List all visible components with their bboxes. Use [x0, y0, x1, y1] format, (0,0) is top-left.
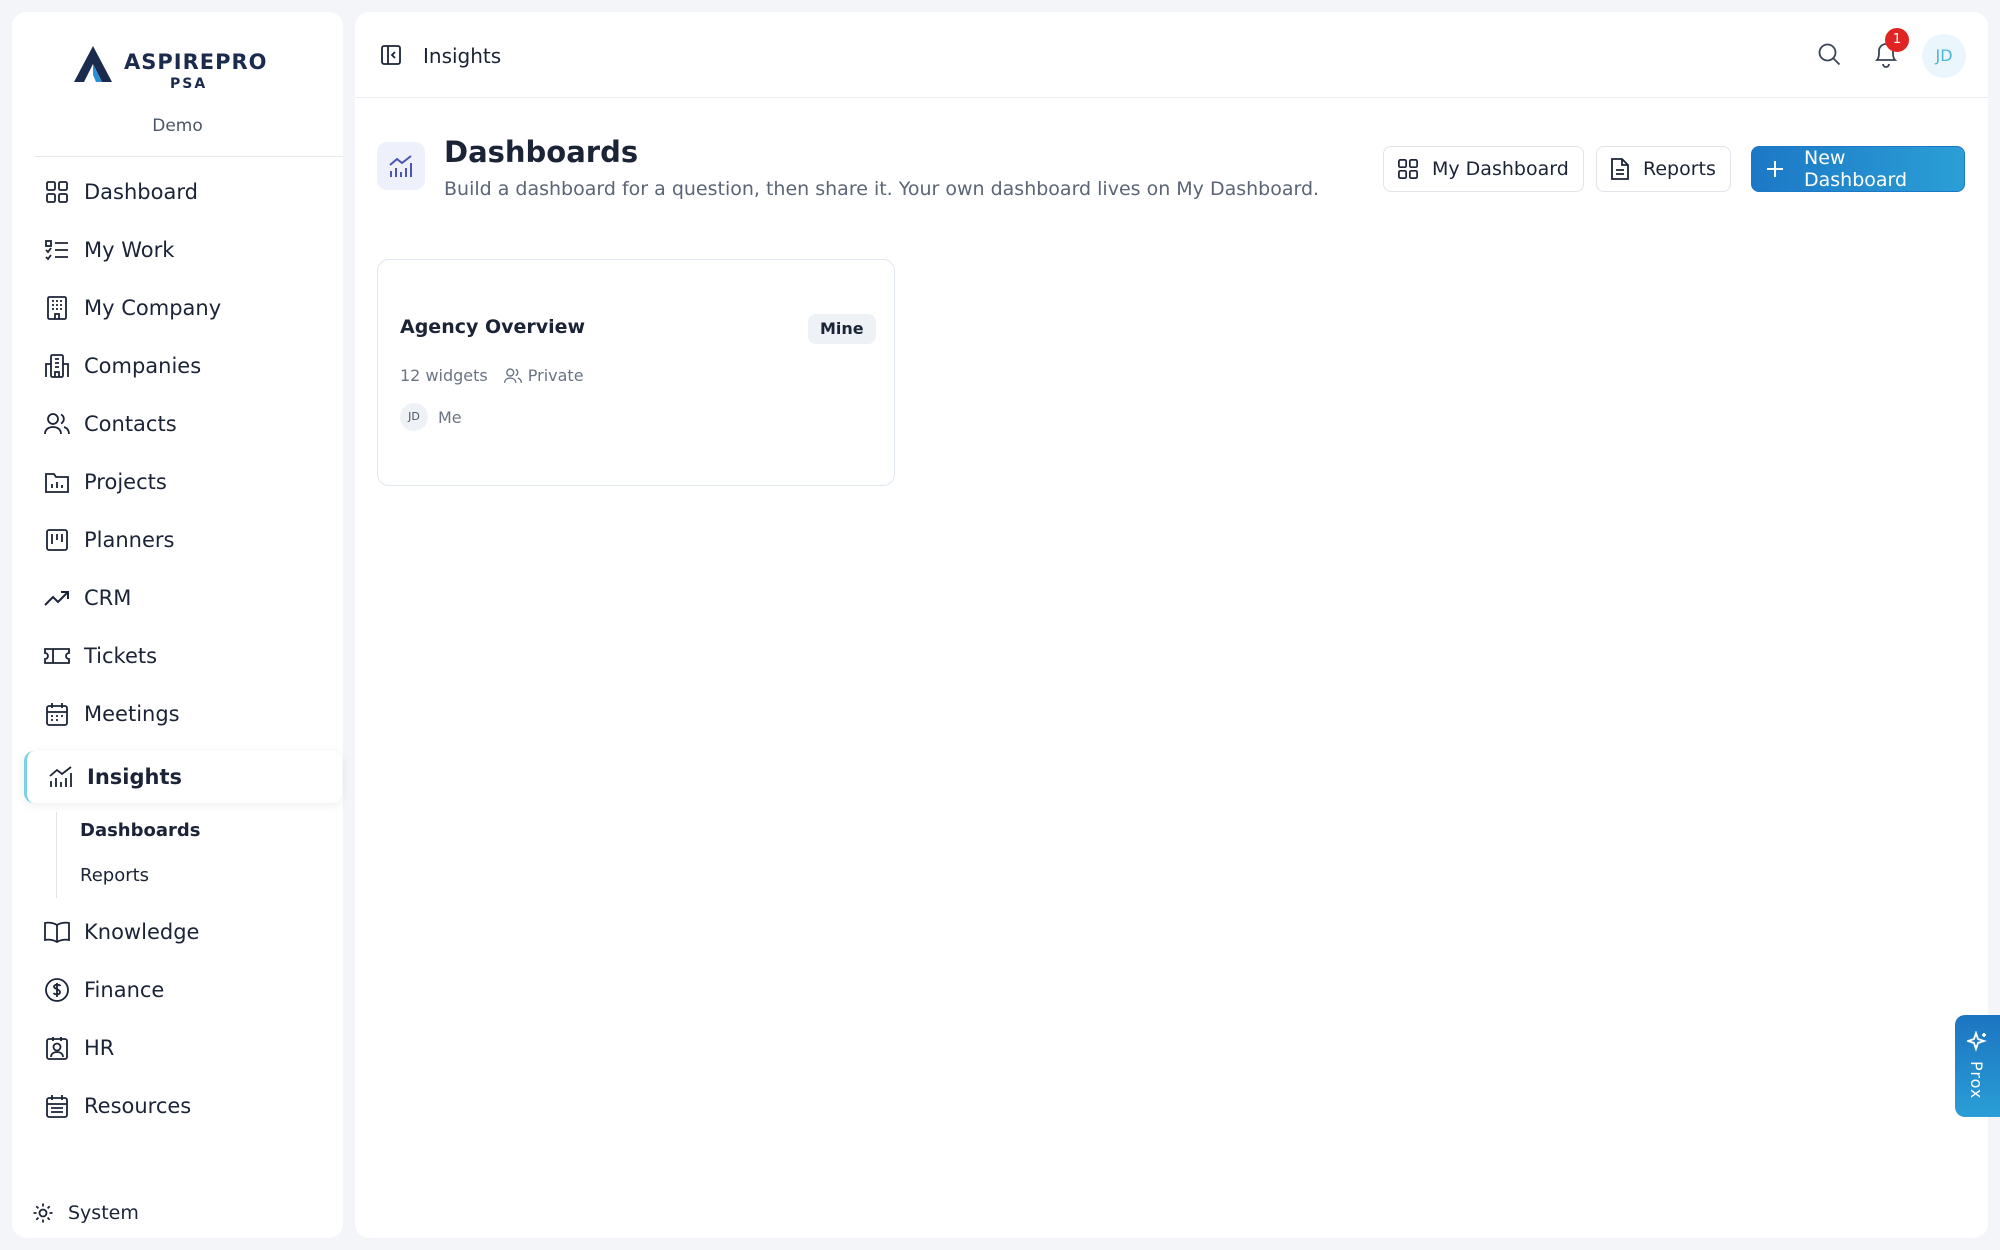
my-dashboard-label: My Dashboard [1432, 158, 1569, 180]
sidebar-item-finance[interactable]: Finance [24, 964, 342, 1016]
sidebar-divider [34, 156, 343, 157]
sidebar-item-label: Planners [84, 528, 175, 552]
sparkle-icon [1965, 1030, 1989, 1057]
notification-badge: 1 [1885, 28, 1909, 52]
sidebar-toggle-icon[interactable] [381, 45, 401, 69]
visibility-label: Private [527, 366, 584, 385]
sidebar-item-my-work[interactable]: My Work [24, 224, 342, 276]
search-icon[interactable] [1817, 42, 1841, 70]
sidebar-item-my-company[interactable]: My Company [24, 282, 342, 334]
brand-name: ASPIREPRO [124, 50, 268, 74]
workspace-name: Demo [152, 116, 203, 136]
dollar-icon [44, 977, 70, 1003]
checklist-icon [44, 237, 70, 263]
reports-label: Reports [1643, 158, 1716, 180]
kanban-icon [44, 527, 70, 553]
buildings-icon [44, 353, 70, 379]
grid-icon [44, 179, 70, 205]
plus-icon [1766, 160, 1784, 178]
my-dashboard-button[interactable]: My Dashboard [1383, 146, 1584, 192]
sidebar-item-contacts[interactable]: Contacts [24, 398, 342, 450]
breadcrumb[interactable]: Insights [423, 44, 501, 68]
sidebar: ASPIREPRO PSA Demo Dashboard My Work My … [12, 12, 343, 1238]
sidebar-subitem-dashboards[interactable]: Dashboards [80, 820, 201, 841]
dashboards-header-icon [377, 142, 425, 190]
owner-avatar: JD [400, 403, 428, 431]
sidebar-item-label: Tickets [84, 644, 158, 668]
sidebar-item-companies[interactable]: Companies [24, 340, 342, 392]
card-title: Agency Overview [400, 316, 586, 338]
ownership-tag: Mine [808, 314, 876, 344]
logo[interactable]: ASPIREPRO PSA [72, 36, 322, 96]
sidebar-item-resources[interactable]: Resources [24, 1080, 342, 1132]
folder-chart-icon [44, 469, 70, 495]
sidebar-subitem-reports[interactable]: Reports [80, 865, 149, 886]
sidebar-item-label: Projects [84, 470, 167, 494]
owner-name: Me [438, 407, 462, 427]
dashboard-card[interactable]: Agency Overview Mine 12 widgets Private … [377, 259, 895, 486]
reports-button[interactable]: Reports [1596, 146, 1731, 192]
sidebar-item-meetings[interactable]: Meetings [24, 688, 342, 740]
page-subtitle: Build a dashboard for a question, then s… [444, 178, 1320, 200]
users-icon [503, 367, 522, 384]
new-dashboard-button[interactable]: New Dashboard [1751, 146, 1965, 192]
sidebar-item-label: Resources [84, 1094, 192, 1118]
sidebar-item-label: Contacts [84, 412, 177, 436]
sidebar-item-tickets[interactable]: Tickets [24, 630, 342, 682]
sidebar-item-label: Insights [87, 765, 182, 789]
gear-icon [32, 1202, 54, 1224]
sidebar-item-label: Knowledge [84, 920, 200, 944]
card-owner: JD Me [400, 403, 462, 431]
sidebar-item-label: Dashboard [84, 180, 198, 204]
sidebar-item-projects[interactable]: Projects [24, 456, 342, 508]
assistant-tab[interactable]: Prox [1955, 1015, 2000, 1117]
sidebar-item-dashboard[interactable]: Dashboard [24, 166, 342, 218]
document-icon [1611, 158, 1629, 180]
sidebar-item-knowledge[interactable]: Knowledge [24, 906, 342, 958]
trending-up-icon [44, 585, 70, 611]
calendar-icon [44, 701, 70, 727]
page-title: Dashboards [444, 135, 639, 169]
grid-icon [1398, 159, 1418, 179]
brand-sub: PSA [170, 76, 208, 92]
users-icon [44, 411, 70, 437]
building-icon [44, 295, 70, 321]
sidebar-item-label: Meetings [84, 702, 180, 726]
sidebar-item-planners[interactable]: Planners [24, 514, 342, 566]
sidebar-item-label: CRM [84, 586, 132, 610]
topbar: Insights 1 JD [355, 12, 1988, 98]
calendar-grid-icon [44, 1093, 70, 1119]
assistant-label: Prox [1967, 1061, 1986, 1100]
sidebar-item-label: Companies [84, 354, 202, 378]
submenu-line [56, 812, 57, 898]
bar-chart-icon [47, 764, 73, 790]
sidebar-item-label: HR [84, 1036, 115, 1060]
ticket-icon [44, 643, 70, 669]
widget-count: 12 widgets [400, 366, 488, 385]
sidebar-item-hr[interactable]: HR [24, 1022, 342, 1074]
sidebar-item-system[interactable]: System [32, 1202, 139, 1224]
sidebar-item-label: Finance [84, 978, 165, 1002]
main-panel: Insights 1 JD Dashboards Build a dashboa… [355, 12, 1988, 1238]
sidebar-item-label: My Work [84, 238, 175, 262]
logo-mark-icon [74, 46, 112, 82]
sidebar-item-crm[interactable]: CRM [24, 572, 342, 624]
sidebar-item-label: My Company [84, 296, 222, 320]
new-dashboard-label: New Dashboard [1804, 147, 1908, 191]
sidebar-item-insights[interactable]: Insights [24, 751, 342, 803]
badge-icon [44, 1035, 70, 1061]
system-label: System [68, 1202, 139, 1224]
avatar[interactable]: JD [1922, 34, 1966, 78]
card-meta: 12 widgets Private [400, 366, 584, 385]
book-icon [44, 919, 70, 945]
